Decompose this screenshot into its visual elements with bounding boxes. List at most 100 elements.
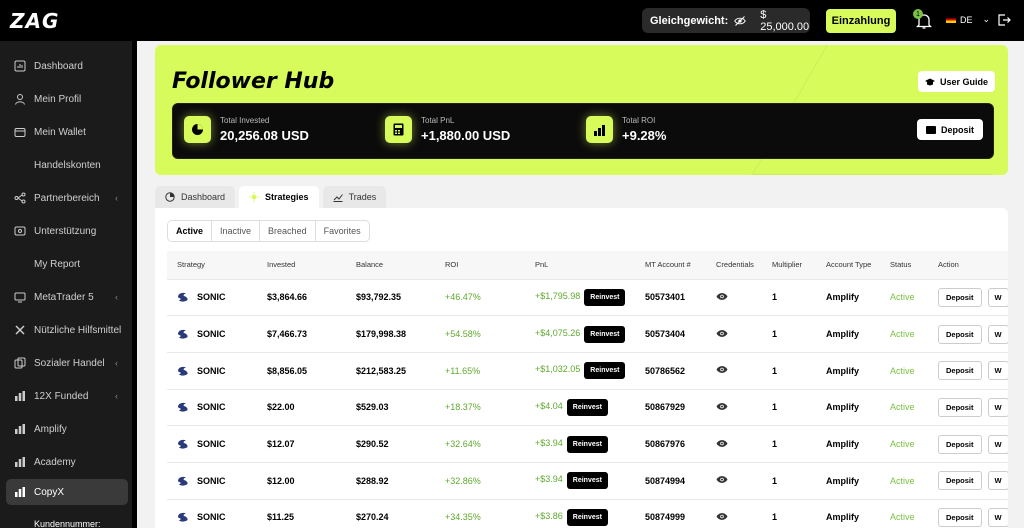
pnl-cell: +$3.86 Reinvest [525, 499, 635, 528]
sidebar-item-tools[interactable]: Nützliche Hilfsmittel [6, 317, 128, 343]
strategy-cell: SONIC [167, 499, 257, 528]
roi-cell: +54.58% [435, 315, 525, 353]
balance-label: Gleichgewicht: [650, 14, 729, 27]
row-deposit-button[interactable]: Deposit [938, 287, 982, 307]
eye-icon[interactable] [716, 439, 728, 448]
balance-cell: $179,998.38 [346, 315, 435, 353]
eye-icon[interactable] [716, 329, 728, 338]
row-withdraw-button[interactable]: W [987, 361, 1008, 381]
sidebar-item-my-report[interactable]: My Report [6, 251, 128, 277]
reinvest-button[interactable]: Reinvest [566, 472, 608, 490]
eye-icon[interactable] [716, 475, 728, 484]
reinvest-button[interactable]: Reinvest [566, 508, 608, 526]
row-withdraw-button[interactable]: W [987, 324, 1008, 344]
action-cell: Deposit W [928, 389, 1008, 427]
sidebar-item-wallet[interactable]: Mein Wallet [6, 119, 128, 145]
action-cell: Deposit W [928, 462, 1008, 500]
table-row[interactable]: SONIC $3,864.66 $93,792.35 +46.47% +$1,7… [167, 279, 1008, 317]
user-guide-button[interactable]: User Guide [918, 71, 995, 92]
reinvest-button[interactable]: Reinvest [566, 398, 608, 416]
row-deposit-button[interactable]: Deposit [938, 361, 982, 381]
user-guide-label: User Guide [939, 76, 988, 87]
account-type-cell: Amplify [816, 352, 880, 390]
table-row[interactable]: SONIC $12.00 $288.92 +32.86% +$3.94 Reinv… [167, 462, 1008, 500]
row-withdraw-button[interactable]: W [987, 507, 1008, 527]
filter-tab-favorites[interactable]: Favorites [316, 221, 369, 241]
eye-icon[interactable] [716, 365, 728, 374]
roi-cell: +32.64% [435, 425, 525, 463]
stat-total-roi: Total ROI +9.28% [586, 116, 666, 143]
sidebar-item-label: CopyX [34, 486, 65, 498]
reinvest-button[interactable]: Reinvest [584, 362, 626, 380]
hero-deposit-button[interactable]: Deposit [917, 119, 983, 140]
tab-trades[interactable]: Trades [322, 186, 387, 208]
table-row[interactable]: SONIC $22.00 $529.03 +18.37% +$4.04 Reinv… [167, 389, 1008, 427]
balance-cell: $212,583.25 [346, 352, 435, 390]
stat-label: Total PnL [421, 116, 455, 125]
invested-cell: $8,856.05 [257, 352, 346, 390]
credentials-cell [706, 279, 762, 317]
row-withdraw-button[interactable]: W [987, 397, 1008, 417]
column-header: Action [928, 251, 1008, 280]
reinvest-button[interactable]: Reinvest [584, 325, 626, 343]
row-deposit-button[interactable]: Deposit [938, 434, 982, 454]
tab-label: Dashboard [181, 192, 226, 202]
row-deposit-button[interactable]: Deposit [938, 397, 982, 417]
reinvest-button[interactable]: Reinvest [584, 288, 626, 306]
status-badge: Active [880, 389, 928, 427]
sidebar-item-copyx[interactable]: CopyX [6, 479, 128, 505]
sidebar-item-metatrader[interactable]: MetaTrader 5 ‹ [6, 284, 128, 310]
column-header: Multiplier [762, 251, 816, 280]
eye-icon[interactable] [716, 402, 728, 411]
chart-icon [15, 457, 25, 467]
row-deposit-button[interactable]: Deposit [938, 471, 982, 491]
sidebar-item-label: Dashboard [34, 60, 83, 72]
stats-bar: Total Invested 20,256.08 USD Total PnL +… [172, 103, 994, 159]
sidebar-item-support[interactable]: Unterstützung [6, 218, 128, 244]
row-withdraw-button[interactable]: W [987, 471, 1008, 491]
filter-tab-inactive[interactable]: Inactive [212, 221, 261, 241]
stat-value: +1,880.00 USD [421, 128, 511, 143]
chevron-left-icon: ‹ [115, 292, 118, 302]
table-row[interactable]: SONIC $11.25 $270.24 +34.35% +$3.86 Reinv… [167, 499, 1008, 528]
sidebar-item-label: Sozialer Handel [34, 357, 105, 369]
table-row[interactable]: SONIC $7,466.73 $179,998.38 +54.58% +$4,… [167, 315, 1008, 353]
eye-icon[interactable] [716, 512, 728, 521]
multiplier-cell: 1 [762, 462, 816, 500]
table-row[interactable]: SONIC $12.07 $290.52 +32.64% +$3.94 Reinv… [167, 425, 1008, 463]
column-header: Account Type [816, 251, 880, 280]
filter-tab-breached[interactable]: Breached [260, 221, 316, 241]
tab-strategies[interactable]: Strategies [239, 186, 319, 208]
tab-label: Trades [348, 192, 377, 202]
eye-off-icon[interactable] [734, 14, 747, 28]
language-selector[interactable]: DE ⌄ [946, 14, 990, 25]
sidebar-item-dashboard[interactable]: Dashboard [6, 53, 128, 79]
sidebar-item-profile[interactable]: Mein Profil [6, 86, 128, 112]
pie-chart-icon [165, 192, 175, 202]
pnl-cell: +$4,075.26 Reinvest [525, 315, 635, 353]
strategy-name: SONIC [197, 292, 226, 303]
pnl-cell: +$3.94 Reinvest [525, 462, 635, 500]
table-row[interactable]: SONIC $8,856.05 $212,583.25 +11.65% +$1,… [167, 352, 1008, 390]
eye-icon[interactable] [716, 292, 728, 301]
row-deposit-button[interactable]: Deposit [938, 507, 982, 527]
balance-cell: $270.24 [346, 499, 435, 528]
row-withdraw-button[interactable]: W [987, 287, 1008, 307]
reinvest-button[interactable]: Reinvest [566, 435, 608, 453]
roi-cell: +18.37% [435, 389, 525, 427]
sidebar-item-academy[interactable]: Academy [6, 449, 128, 475]
filter-tab-active[interactable]: Active [168, 221, 213, 241]
row-deposit-button[interactable]: Deposit [938, 324, 982, 344]
sidebar-item-partner[interactable]: Partnerbereich ‹ [6, 185, 128, 211]
row-withdraw-button[interactable]: W [987, 434, 1008, 454]
sidebar-item-social-trading[interactable]: Sozialer Handel ‹ [6, 350, 128, 376]
logout-icon[interactable] [997, 13, 1011, 27]
tab-dashboard[interactable]: Dashboard [155, 186, 236, 208]
sidebar-item-amplify[interactable]: Amplify [6, 416, 128, 442]
sidebar-item-trading-accounts[interactable]: Handelskonten [6, 152, 128, 178]
pnl-cell: +$4.04 Reinvest [525, 389, 635, 427]
sidebar-item-12x-funded[interactable]: 12X Funded ‹ [6, 383, 128, 409]
column-header: ROI [435, 251, 525, 280]
logo[interactable]: ZAG [10, 9, 59, 33]
deposit-button[interactable]: Einzahlung [826, 9, 896, 33]
